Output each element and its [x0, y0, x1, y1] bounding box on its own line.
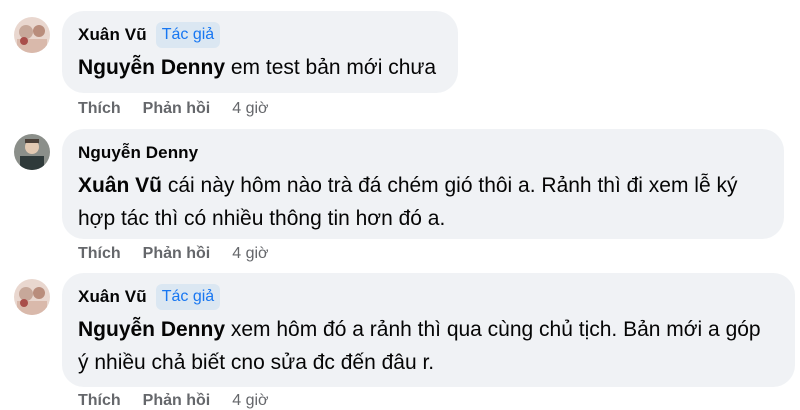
- author-name[interactable]: Xuân Vũ: [78, 25, 147, 45]
- comment-timestamp[interactable]: 4 giờ: [232, 245, 268, 263]
- author-name[interactable]: Xuân Vũ: [78, 287, 147, 307]
- author-row: Xuân Vũ Tác giả: [78, 21, 442, 49]
- comment-text-line-2: hợp tác thì có nhiều thông tin hơn đó a.: [78, 207, 446, 230]
- reply-button[interactable]: Phản hồi: [143, 245, 211, 263]
- reply-button[interactable]: Phản hồi: [143, 392, 211, 410]
- comment-text: Nguyễn Denny em test bản mới chưa: [78, 51, 442, 84]
- comment-bubble: Xuân Vũ Tác giả Nguyễn Denny xem hôm đó …: [62, 273, 795, 387]
- comment-actions: Thích Phản hồi 4 giờ: [78, 245, 269, 263]
- reply-button[interactable]: Phản hồi: [143, 100, 211, 118]
- user-avatar-icon[interactable]: [14, 134, 50, 170]
- author-badge: Tác giả: [155, 284, 221, 310]
- comment-text: Nguyễn Denny xem hôm đó a rảnh thì qua c…: [78, 313, 779, 379]
- comment-text-line-1: em test bản mới chưa: [225, 56, 437, 79]
- like-button[interactable]: Thích: [78, 392, 121, 410]
- like-button[interactable]: Thích: [78, 245, 121, 263]
- author-row: Nguyễn Denny: [78, 139, 768, 167]
- comment-bubble: Nguyễn Denny Xuân Vũ cái này hôm nào trà…: [62, 129, 784, 239]
- comment-bubble: Xuân Vũ Tác giả Nguyễn Denny em test bản…: [62, 11, 458, 93]
- comment-text-line-2: ý nhiều chả biết cno sửa đc đến đâu r.: [78, 351, 435, 374]
- mention-link[interactable]: Xuân Vũ: [78, 174, 162, 197]
- comment-text-line-1: xem hôm đó a rảnh thì qua cùng chủ tịch.…: [225, 318, 761, 341]
- comment-text-line-1: cái này hôm nào trà đá chém gió thôi a. …: [162, 174, 738, 197]
- comment-actions: Thích Phản hồi 4 giờ: [78, 392, 269, 410]
- comment-thread: Xuân Vũ Tác giả Nguyễn Denny em test bản…: [0, 0, 800, 410]
- mention-link[interactable]: Nguyễn Denny: [78, 318, 225, 341]
- comment-timestamp[interactable]: 4 giờ: [232, 392, 268, 410]
- author-name[interactable]: Nguyễn Denny: [78, 143, 198, 163]
- like-button[interactable]: Thích: [78, 100, 121, 118]
- comment-timestamp[interactable]: 4 giờ: [232, 100, 268, 118]
- author-badge: Tác giả: [155, 22, 221, 48]
- comment-text: Xuân Vũ cái này hôm nào trà đá chém gió …: [78, 169, 768, 235]
- comment-actions: Thích Phản hồi 4 giờ: [78, 100, 269, 118]
- mention-link[interactable]: Nguyễn Denny: [78, 56, 225, 79]
- user-avatar-icon[interactable]: [14, 17, 50, 53]
- author-row: Xuân Vũ Tác giả: [78, 283, 779, 311]
- user-avatar-icon[interactable]: [14, 279, 50, 315]
